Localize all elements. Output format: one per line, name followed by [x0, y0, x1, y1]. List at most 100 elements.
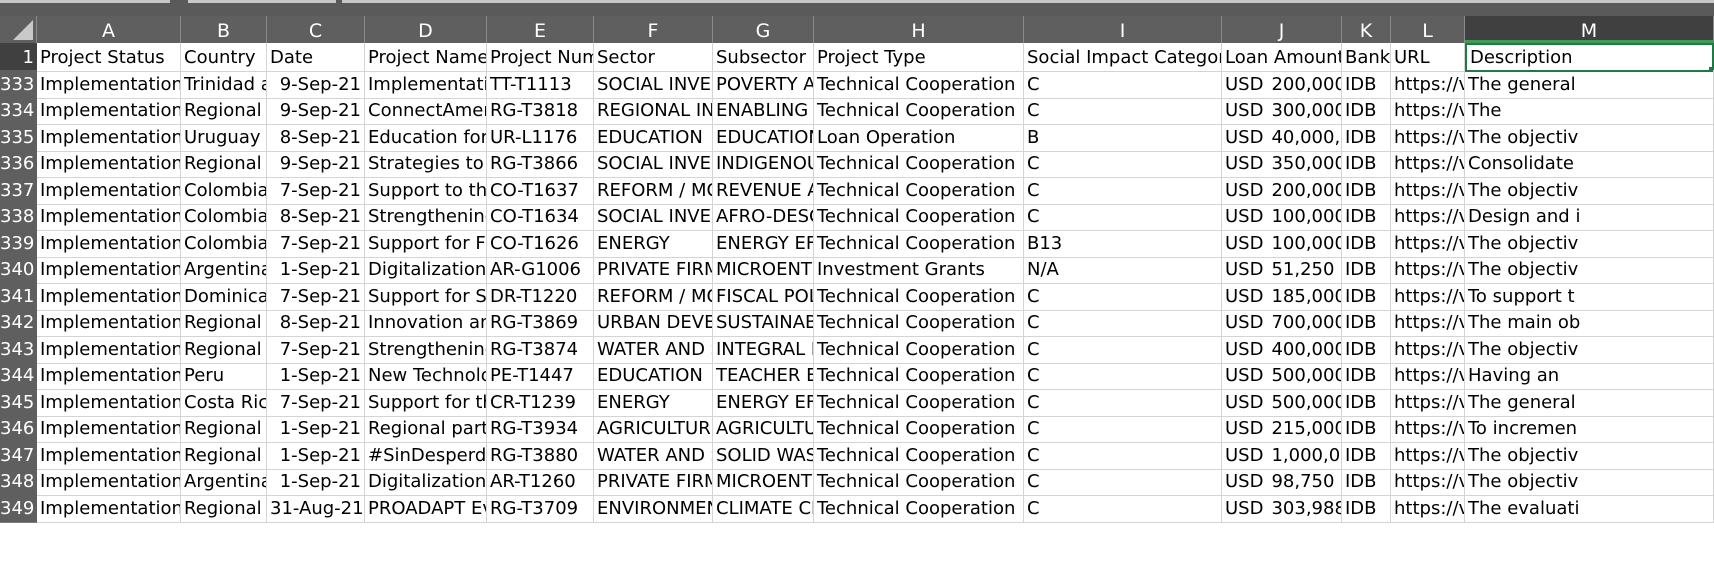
- cell-project-status[interactable]: Implementation: [37, 175, 181, 205]
- cell-country[interactable]: Regional: [181, 440, 267, 470]
- cell-project-name[interactable]: Digitalization,: [365, 255, 487, 284]
- cell-bank[interactable]: IDB: [1342, 361, 1391, 390]
- column-header-c[interactable]: C: [267, 16, 365, 43]
- row-header[interactable]: 334: [0, 96, 37, 125]
- cell-description[interactable]: The general: [1465, 69, 1714, 99]
- cell-subsector[interactable]: FISCAL POLI: [713, 281, 814, 311]
- cell-project-status[interactable]: Implementation: [37, 308, 181, 337]
- cell-date[interactable]: 1-Sep-21: [267, 467, 365, 496]
- cell-project-num[interactable]: RG-T3818: [487, 96, 594, 125]
- cell-date[interactable]: 1-Sep-21: [267, 361, 365, 390]
- cell-subsector[interactable]: AFRO-DESC: [713, 202, 814, 231]
- cell-project-num[interactable]: RG-T3934: [487, 414, 594, 443]
- cell-country[interactable]: Trinidad a: [181, 69, 267, 99]
- cell-project-name[interactable]: Support for th: [365, 387, 487, 417]
- cell-social-impact[interactable]: C: [1024, 96, 1222, 125]
- header-cell[interactable]: Social Impact Category: [1024, 43, 1222, 72]
- cell-date[interactable]: 1-Sep-21: [267, 414, 365, 443]
- row-header[interactable]: 343: [0, 334, 37, 364]
- cell-country[interactable]: Argentina: [181, 255, 267, 284]
- cell-bank[interactable]: IDB: [1342, 175, 1391, 205]
- cell-project-type[interactable]: Technical Cooperation: [814, 149, 1024, 178]
- header-cell[interactable]: Project Status: [37, 43, 181, 72]
- cell-subsector[interactable]: TEACHER EI: [713, 361, 814, 390]
- cell-country[interactable]: Dominicar: [181, 281, 267, 311]
- cell-project-name[interactable]: Education for: [365, 122, 487, 152]
- cell-loan[interactable]: USD 200,000: [1222, 175, 1342, 205]
- cell-bank[interactable]: IDB: [1342, 122, 1391, 152]
- cell-project-status[interactable]: Implementation: [37, 202, 181, 231]
- cell-project-type[interactable]: Technical Cooperation: [814, 202, 1024, 231]
- cell-social-impact[interactable]: C: [1024, 281, 1222, 311]
- column-header-j[interactable]: J: [1222, 16, 1342, 43]
- cell-url[interactable]: https://v: [1391, 467, 1465, 496]
- row-header[interactable]: 346: [0, 414, 37, 443]
- cell-project-num[interactable]: DR-T1220: [487, 281, 594, 311]
- cell-loan[interactable]: USD 1,000,00: [1222, 440, 1342, 470]
- cell-sector[interactable]: REFORM / MO: [594, 175, 713, 205]
- header-cell[interactable]: Country: [181, 43, 267, 72]
- cell-loan[interactable]: USD 51,250: [1222, 255, 1342, 284]
- cell-description[interactable]: The general: [1465, 387, 1714, 417]
- cell-bank[interactable]: IDB: [1342, 334, 1391, 364]
- cell-project-name[interactable]: Strengthening: [365, 334, 487, 364]
- cell-social-impact[interactable]: N/A: [1024, 255, 1222, 284]
- row-header[interactable]: 347: [0, 440, 37, 470]
- cell-social-impact[interactable]: C: [1024, 334, 1222, 364]
- cell-description[interactable]: The objectiv: [1465, 334, 1714, 364]
- cell-bank[interactable]: IDB: [1342, 414, 1391, 443]
- cell-social-impact[interactable]: C: [1024, 361, 1222, 390]
- cell-project-type[interactable]: Technical Cooperation: [814, 493, 1024, 523]
- cell-social-impact[interactable]: C: [1024, 175, 1222, 205]
- cell-subsector[interactable]: SUSTAINABI: [713, 308, 814, 337]
- cell-project-status[interactable]: Implementation: [37, 387, 181, 417]
- cell-social-impact[interactable]: C: [1024, 414, 1222, 443]
- cell-project-name[interactable]: ConnectAmeri: [365, 96, 487, 125]
- cell-project-status[interactable]: Implementation: [37, 96, 181, 125]
- cell-project-type[interactable]: Technical Cooperation: [814, 414, 1024, 443]
- cell-project-status[interactable]: Implementation: [37, 467, 181, 496]
- cell-url[interactable]: https://v: [1391, 122, 1465, 152]
- cell-project-num[interactable]: CO-T1637: [487, 175, 594, 205]
- header-cell[interactable]: Project Type: [814, 43, 1024, 72]
- header-cell[interactable]: Project Name: [365, 43, 487, 72]
- cell-date[interactable]: 31-Aug-21: [267, 493, 365, 523]
- cell-subsector[interactable]: MICROENTE: [713, 467, 814, 496]
- cell-subsector[interactable]: ENERGY EFF: [713, 228, 814, 258]
- column-header-g[interactable]: G: [713, 16, 814, 43]
- cell-project-num[interactable]: TT-T1113: [487, 69, 594, 99]
- cell-project-name[interactable]: Strengthening: [365, 202, 487, 231]
- row-header[interactable]: 333: [0, 69, 37, 99]
- cell-loan[interactable]: USD 200,000: [1222, 69, 1342, 99]
- cell-sector[interactable]: SOCIAL INVEST: [594, 69, 713, 99]
- cell-project-num[interactable]: RG-T3874: [487, 334, 594, 364]
- row-header[interactable]: 341: [0, 281, 37, 311]
- cell-bank[interactable]: IDB: [1342, 493, 1391, 523]
- header-cell[interactable]: Bank: [1342, 43, 1391, 72]
- cell-bank[interactable]: IDB: [1342, 308, 1391, 337]
- column-header-b[interactable]: B: [181, 16, 267, 43]
- cell-loan[interactable]: USD 303,988: [1222, 493, 1342, 523]
- cell-date[interactable]: 8-Sep-21: [267, 202, 365, 231]
- cell-country[interactable]: Regional: [181, 414, 267, 443]
- cell-date[interactable]: 8-Sep-21: [267, 308, 365, 337]
- cell-social-impact[interactable]: B: [1024, 122, 1222, 152]
- cell-url[interactable]: https://v: [1391, 255, 1465, 284]
- cell-bank[interactable]: IDB: [1342, 281, 1391, 311]
- cell-project-status[interactable]: Implementation: [37, 149, 181, 178]
- cell-project-name[interactable]: Regional partr: [365, 414, 487, 443]
- cell-project-status[interactable]: Implementation: [37, 361, 181, 390]
- cell-sector[interactable]: REFORM / MO: [594, 281, 713, 311]
- cell-country[interactable]: Regional: [181, 334, 267, 364]
- header-cell[interactable]: Loan Amount: [1222, 43, 1342, 72]
- header-cell[interactable]: Sector: [594, 43, 713, 72]
- cell-description[interactable]: To support t: [1465, 281, 1714, 311]
- cell-url[interactable]: https://v: [1391, 228, 1465, 258]
- cell-project-type[interactable]: Technical Cooperation: [814, 175, 1024, 205]
- cell-url[interactable]: https://v: [1391, 414, 1465, 443]
- cell-loan[interactable]: USD 300,000: [1222, 96, 1342, 125]
- cell-project-name[interactable]: Support for Fir: [365, 228, 487, 258]
- cell-project-status[interactable]: Implementation: [37, 414, 181, 443]
- cell-date[interactable]: 9-Sep-21: [267, 149, 365, 178]
- column-header-l[interactable]: L: [1391, 16, 1465, 43]
